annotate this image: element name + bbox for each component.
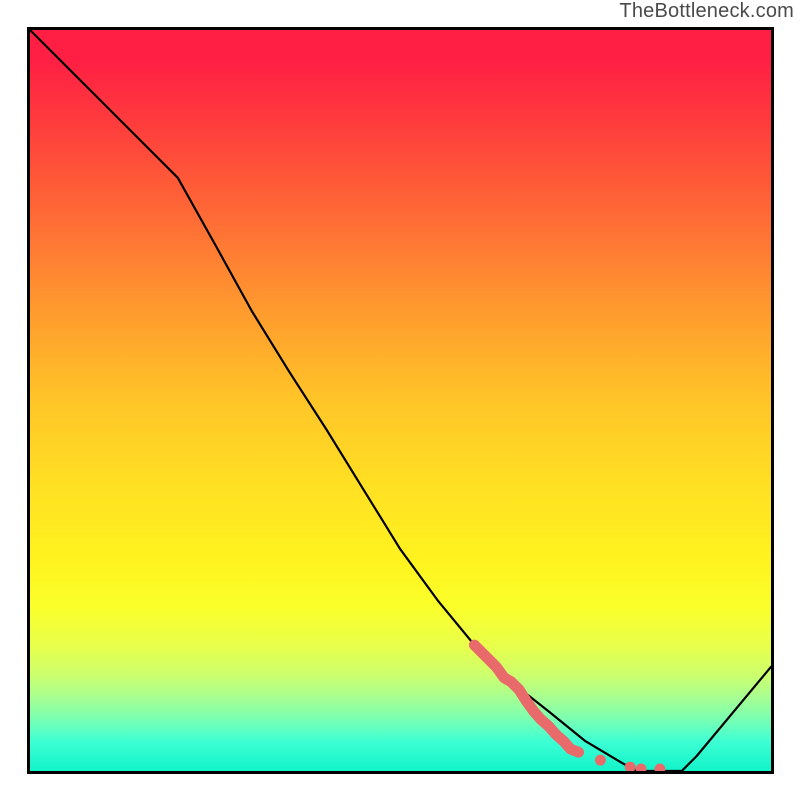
chart-container: TheBottleneck.com bbox=[0, 0, 800, 800]
watermark-text: TheBottleneck.com bbox=[619, 0, 794, 23]
highlight-point bbox=[654, 764, 665, 771]
highlight-point bbox=[625, 762, 636, 771]
highlight-point bbox=[636, 764, 647, 771]
bottleneck-curve-line bbox=[30, 30, 771, 771]
highlight-point bbox=[595, 755, 606, 766]
plot-area bbox=[27, 27, 774, 774]
highlight-segment bbox=[474, 645, 578, 752]
chart-overlay bbox=[30, 30, 771, 771]
